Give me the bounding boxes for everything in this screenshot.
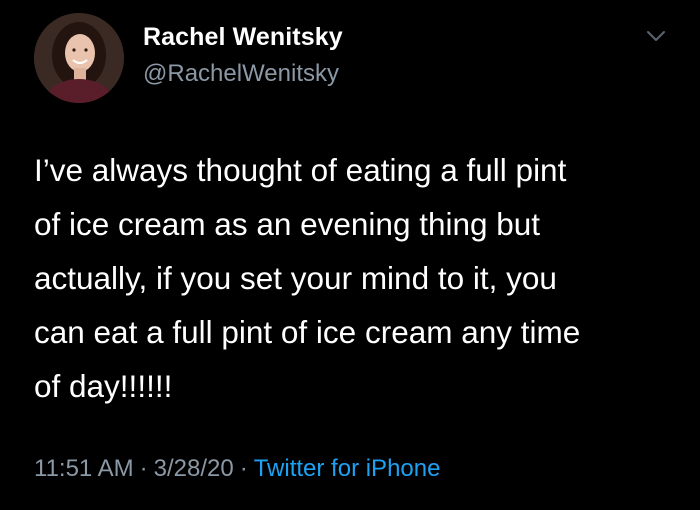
tweet-meta: 11:51 AM · 3/28/20 · Twitter for iPhone bbox=[34, 455, 440, 483]
tweet-text: I’ve always thought of eating a full pin… bbox=[34, 143, 684, 413]
tweet-text-line: of day!!!!!! bbox=[34, 368, 173, 404]
profile-photo-icon bbox=[34, 13, 124, 103]
meta-separator: · bbox=[139, 455, 148, 482]
author-handle[interactable]: @RachelWenitsky bbox=[143, 60, 339, 88]
tweet-text-line: actually, if you set your mind to it, yo… bbox=[34, 260, 557, 296]
author-name[interactable]: Rachel Wenitsky bbox=[143, 23, 343, 52]
tweet-text-line: I’ve always thought of eating a full pin… bbox=[34, 152, 567, 188]
tweet-time[interactable]: 11:51 AM bbox=[34, 455, 134, 482]
chevron-down-icon[interactable] bbox=[644, 26, 668, 46]
tweet-date[interactable]: 3/28/20 bbox=[154, 455, 234, 482]
tweet-source-link[interactable]: Twitter for iPhone bbox=[254, 455, 441, 482]
avatar[interactable] bbox=[34, 13, 124, 103]
meta-separator: · bbox=[239, 455, 248, 482]
tweet-text-line: of ice cream as an evening thing but bbox=[34, 206, 541, 242]
tweet-text-line: can eat a full pint of ice cream any tim… bbox=[34, 314, 581, 350]
tweet-card: Rachel Wenitsky @RachelWenitsky I’ve alw… bbox=[0, 0, 700, 510]
